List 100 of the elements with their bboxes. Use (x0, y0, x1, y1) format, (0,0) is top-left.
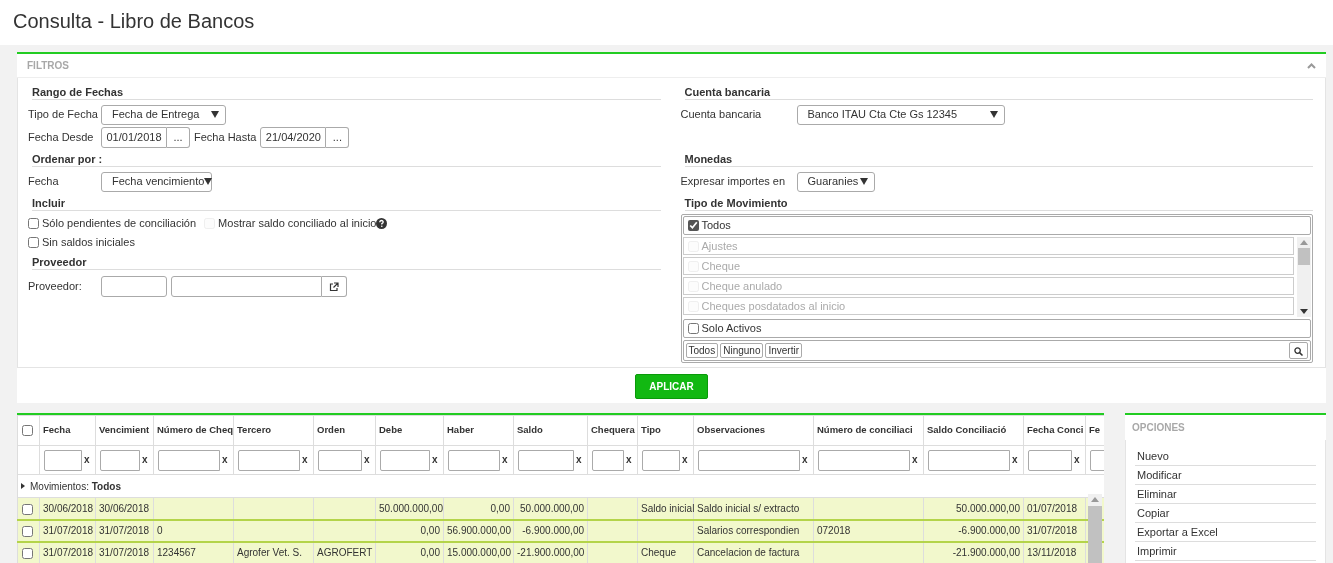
field-label: Fecha Hasta (194, 130, 257, 146)
option-link[interactable]: Copiar (1135, 504, 1316, 523)
code-field[interactable] (101, 275, 167, 297)
clear-filter-button[interactable]: x (1012, 453, 1018, 465)
filter-field[interactable] (238, 449, 300, 471)
clear-filter-button[interactable]: x (302, 453, 308, 465)
clear-filter-button[interactable]: x (626, 453, 632, 465)
column-header[interactable]: Orden (313, 415, 376, 446)
search-icon (1294, 346, 1303, 356)
clear-filter-button[interactable]: x (142, 453, 148, 465)
clear-filter-button[interactable]: x (364, 453, 370, 465)
filter-field[interactable] (642, 449, 680, 471)
column-header[interactable]: Número de conciliaci (813, 415, 924, 446)
dropdown[interactable]: Fecha de Entrega (101, 104, 226, 125)
column-header[interactable]: Saldo Conciliació (923, 415, 1024, 446)
filter-field[interactable] (1028, 449, 1072, 471)
date-picker-button[interactable]: ... (326, 127, 350, 148)
scrollbar[interactable] (1088, 494, 1102, 563)
clear-filter-button[interactable]: x (912, 453, 918, 465)
column-header[interactable]: Tipo (637, 415, 694, 446)
column-header[interactable]: Número de Cheq (153, 415, 234, 446)
dropdown[interactable]: Guaranies (796, 171, 875, 192)
clear-filter-button[interactable]: x (576, 453, 582, 465)
checkbox[interactable] (28, 218, 39, 229)
option-link[interactable]: Imprimir (1135, 542, 1316, 561)
open-link-button[interactable] (322, 275, 347, 297)
column-header[interactable]: Saldo (513, 415, 588, 446)
date-field[interactable]: 01/01/2018 (101, 127, 167, 148)
checkbox[interactable] (687, 220, 699, 231)
caret-icon (204, 178, 213, 185)
filter-field[interactable] (518, 449, 574, 471)
checkbox[interactable] (28, 237, 39, 248)
column-header[interactable]: Fecha (39, 415, 96, 446)
field-label: Cuenta bancaria (680, 107, 763, 123)
filter-field[interactable] (380, 449, 430, 471)
checkbox-label: Sólo pendientes de conciliación (42, 216, 197, 232)
section-heading: Incluir (32, 193, 661, 211)
field-label: Proveedor: (28, 278, 83, 294)
clear-filter-button[interactable]: x (1074, 453, 1080, 465)
column-header[interactable]: Fe (1085, 415, 1104, 446)
section-heading: Rango de Fechas (32, 82, 661, 100)
checkbox-label: Ajustes (701, 238, 738, 254)
column-header[interactable]: Debe (375, 415, 444, 446)
filter-field[interactable] (928, 449, 1010, 471)
filter-field[interactable] (448, 449, 500, 471)
checkbox[interactable] (687, 323, 699, 334)
clear-filter-button[interactable]: x (802, 453, 808, 465)
scrollbar[interactable] (1297, 237, 1311, 317)
expand-icon[interactable] (21, 483, 25, 490)
checkbox-label: Cheque anulado (701, 278, 783, 294)
table-cell: Saldo inicial s/ extracto (693, 497, 814, 520)
column-header[interactable]: Chequera (587, 415, 638, 446)
panel-title: OPCIONES (1132, 421, 1185, 435)
option-link[interactable]: Eliminar (1135, 485, 1316, 504)
column-header[interactable]: Vencimient (95, 415, 154, 446)
option-link[interactable]: Exportar a Excel (1135, 523, 1316, 542)
filter-field[interactable] (818, 449, 910, 471)
collapse-icon[interactable] (1307, 62, 1316, 69)
clear-filter-button[interactable]: x (84, 453, 90, 465)
filter-field[interactable] (158, 449, 220, 471)
filter-button[interactable]: Todos (685, 343, 719, 358)
checkbox-label: Cheques posdatados al inicio (701, 298, 846, 314)
filter-button[interactable]: Invertir (765, 343, 802, 358)
clear-filter-button[interactable]: x (432, 453, 438, 465)
panel-title: FILTROS (27, 59, 70, 73)
caret-icon (859, 178, 868, 185)
search-button[interactable] (1289, 342, 1308, 359)
clear-filter-button[interactable]: x (502, 453, 508, 465)
checkbox-label: Solo Activos (701, 321, 762, 337)
section-heading: Monedas (684, 149, 1313, 167)
checkbox[interactable] (21, 525, 33, 537)
checkbox-label: Todos (701, 218, 731, 234)
name-field[interactable] (171, 275, 322, 297)
checkbox[interactable] (21, 425, 33, 437)
option-link[interactable]: Nuevo (1135, 447, 1316, 466)
checkbox-label: Mostrar saldo conciliado al inicio (218, 216, 377, 232)
clear-filter-button[interactable]: x (682, 453, 688, 465)
section-heading: Ordenar por : (32, 149, 661, 167)
filter-field[interactable] (44, 449, 82, 471)
option-link[interactable]: Modificar (1135, 466, 1316, 485)
checkbox[interactable] (21, 503, 33, 515)
filter-field[interactable] (698, 449, 800, 471)
clear-filter-button[interactable]: x (222, 453, 228, 465)
section-heading: Cuenta bancaria (684, 82, 1313, 100)
section-heading: Tipo de Movimiento (684, 193, 1313, 211)
section-heading: Proveedor (32, 252, 661, 270)
dropdown[interactable]: Fecha vencimiento (101, 171, 212, 192)
date-picker-button[interactable]: ... (167, 127, 190, 148)
column-header[interactable]: Fecha Conci (1023, 415, 1086, 446)
filter-field[interactable] (318, 449, 362, 471)
column-header[interactable]: Tercero (233, 415, 314, 446)
date-field[interactable]: 21/04/2020 (260, 127, 327, 148)
checkbox-label: Sin saldos iniciales (42, 235, 135, 251)
dropdown[interactable]: Banco ITAU Cta Cte Gs 12345 (796, 104, 1005, 125)
filter-button[interactable]: Ninguno (720, 343, 764, 358)
column-header[interactable]: Haber (443, 415, 514, 446)
filter-field[interactable] (592, 449, 624, 471)
filter-field[interactable] (100, 449, 140, 471)
column-header[interactable]: Observaciones (693, 415, 814, 446)
checkbox[interactable] (21, 547, 33, 559)
